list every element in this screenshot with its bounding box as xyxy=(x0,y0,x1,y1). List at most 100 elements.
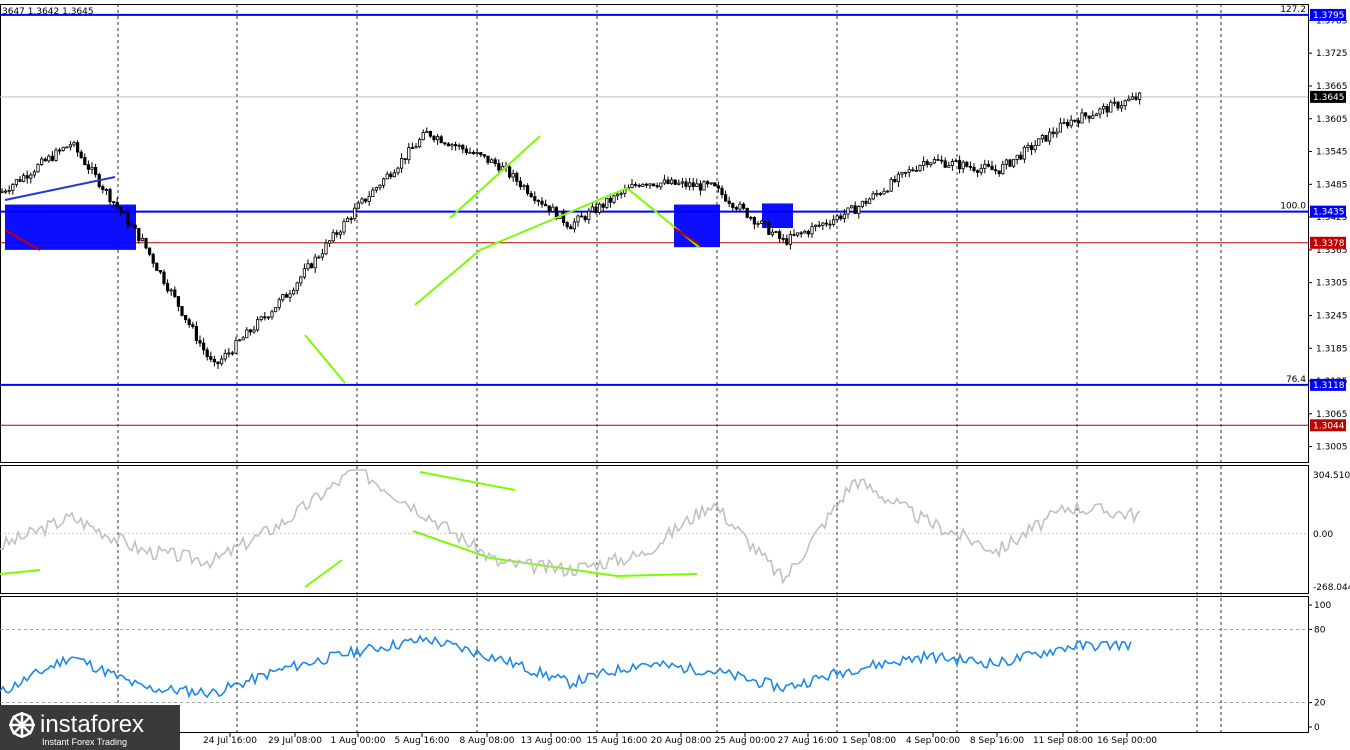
rsi-tick-0: 0 xyxy=(1314,723,1320,733)
time-label-5: 13 Aug 00:00 xyxy=(521,736,582,746)
candle-body-61 xyxy=(219,358,224,365)
candle-body-9 xyxy=(32,171,37,176)
candle-body-123 xyxy=(443,142,447,145)
candle-body-99 xyxy=(356,202,361,209)
time-label-4: 8 Aug 08:00 xyxy=(460,736,515,746)
candle-body-236 xyxy=(850,205,854,209)
candle-body-54 xyxy=(194,326,198,341)
candle-body-249 xyxy=(896,173,901,183)
candle-body-75 xyxy=(270,311,274,318)
candle-body-194 xyxy=(698,183,703,191)
candle-body-52 xyxy=(187,319,191,326)
candle-body-16 xyxy=(58,149,62,152)
level-tag-1.3378: 1.3378 xyxy=(1313,239,1345,249)
rsi-tick-100: 100 xyxy=(1314,601,1331,611)
candle-body-163 xyxy=(587,210,591,221)
price-tick-1.3725: 1.3725 xyxy=(1316,49,1348,59)
candle-body-49 xyxy=(176,296,180,307)
price-candles xyxy=(0,91,1142,370)
cci-divergence-3 xyxy=(419,471,516,491)
candle-body-273 xyxy=(983,164,987,169)
candle-body-309 xyxy=(1112,101,1116,104)
candle-body-278 xyxy=(1001,163,1005,175)
candle-body-146 xyxy=(526,185,530,194)
candle-body-223 xyxy=(803,230,807,234)
candle-body-259 xyxy=(932,159,937,164)
candle-body-164 xyxy=(590,206,595,212)
candle-body-252 xyxy=(907,169,911,173)
candle-body-190 xyxy=(684,181,688,187)
candle-body-24 xyxy=(86,164,90,170)
candle-body-105 xyxy=(378,184,382,189)
candle-body-256 xyxy=(922,161,926,166)
rsi-line xyxy=(0,634,1132,699)
candle-body-66 xyxy=(237,339,242,342)
cci-divergence-1 xyxy=(0,569,41,575)
price-tick-1.3245: 1.3245 xyxy=(1316,311,1348,321)
candle-body-183 xyxy=(659,182,663,188)
time-label-1: 29 Jul 08:00 xyxy=(268,736,322,746)
candle-body-34 xyxy=(122,211,126,214)
candle-body-152 xyxy=(547,205,551,212)
level-tag-1.3118: 1.3118 xyxy=(1313,381,1345,391)
rsi-axis: 100 80 20 0 xyxy=(1308,601,1331,733)
candle-body-166 xyxy=(598,203,602,213)
candle-body-219 xyxy=(788,234,793,245)
candle-body-271 xyxy=(976,170,980,173)
cci-divergence-4 xyxy=(412,530,698,578)
candle-body-145 xyxy=(522,185,526,188)
candle-body-232 xyxy=(835,215,839,221)
candle-body-104 xyxy=(374,187,379,191)
candle-body-186 xyxy=(670,179,674,185)
candle-body-107 xyxy=(385,173,389,180)
candle-body-109 xyxy=(392,172,397,178)
candle-body-292 xyxy=(1051,131,1055,135)
candle-body-11 xyxy=(40,158,44,165)
candle-body-246 xyxy=(886,190,890,193)
candle-body-69 xyxy=(248,329,252,333)
candle-body-247 xyxy=(889,178,893,192)
candle-body-215 xyxy=(774,231,778,234)
candle-body-220 xyxy=(792,234,796,236)
candle-body-293 xyxy=(1055,131,1059,135)
candle-body-96 xyxy=(345,218,350,222)
candle-body-23 xyxy=(83,157,87,166)
candle-body-117 xyxy=(421,132,425,141)
price-tick-1.3605: 1.3605 xyxy=(1316,115,1348,125)
candle-body-168 xyxy=(605,197,609,208)
candle-body-106 xyxy=(381,178,386,186)
candle-body-7 xyxy=(25,175,29,179)
current-price-tag: 1.3645 xyxy=(1313,93,1345,103)
candle-body-57 xyxy=(205,349,209,358)
candle-body-158 xyxy=(569,226,573,230)
candle-body-205 xyxy=(738,203,742,210)
candle-body-41 xyxy=(147,247,152,255)
candle-body-81 xyxy=(291,290,296,295)
candle-body-119 xyxy=(428,130,433,137)
candle-body-32 xyxy=(115,201,119,208)
candle-body-201 xyxy=(724,194,728,202)
candle-body-93 xyxy=(335,232,339,235)
candle-body-283 xyxy=(1019,154,1023,160)
candle-body-182 xyxy=(655,185,659,188)
candle-body-161 xyxy=(580,215,584,218)
candle-body-100 xyxy=(360,198,364,204)
cci-divergence-2 xyxy=(304,559,343,588)
logo-brand: instaforex xyxy=(40,711,144,738)
candle-body-6 xyxy=(21,175,26,182)
candle-body-74 xyxy=(266,316,271,319)
candle-body-238 xyxy=(857,206,861,214)
candle-body-14 xyxy=(50,155,55,161)
candle-body-179 xyxy=(644,183,649,186)
candle-body-203 xyxy=(731,203,735,208)
candle-body-98 xyxy=(353,207,357,220)
candle-body-143 xyxy=(515,172,519,182)
candle-body-250 xyxy=(900,171,904,175)
candle-body-46 xyxy=(165,283,170,292)
candle-body-157 xyxy=(565,222,569,228)
candle-body-113 xyxy=(407,147,411,161)
candle-body-137 xyxy=(493,159,497,164)
candle-body-264 xyxy=(950,161,955,166)
candle-body-87 xyxy=(313,256,317,269)
candle-body-181 xyxy=(652,183,656,187)
